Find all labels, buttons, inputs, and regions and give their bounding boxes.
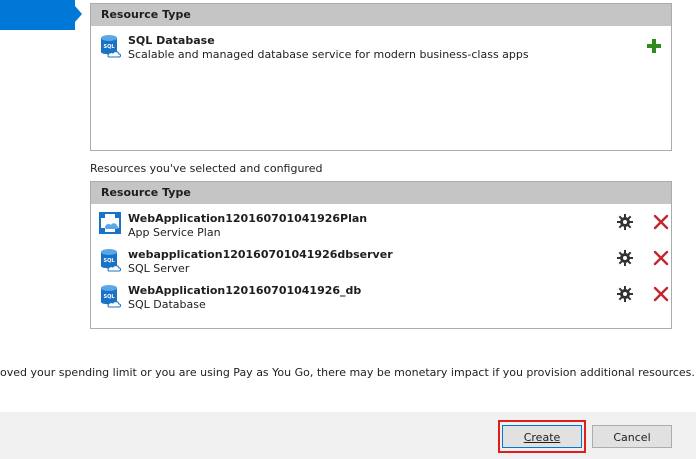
gear-icon[interactable]	[617, 250, 633, 266]
available-resource-type-header: Resource Type	[91, 4, 671, 26]
delete-icon[interactable]	[653, 286, 669, 302]
selected-item-name: WebApplication120160701041926Plan	[128, 212, 368, 225]
gear-icon[interactable]	[617, 286, 633, 302]
selected-item-name: webapplication120160701041926dbserver	[128, 248, 393, 261]
delete-icon[interactable]	[653, 250, 669, 266]
delete-icon[interactable]	[653, 214, 669, 230]
selected-resources-panel: Resource Type WebApplication120160701041…	[90, 181, 672, 329]
selected-item-name: WebApplication120160701041926_db	[128, 284, 362, 297]
app-service-plan-icon	[99, 212, 121, 234]
nav-selected-tab[interactable]	[0, 0, 75, 30]
available-item-name: SQL Database	[128, 34, 215, 47]
svg-text:SQL: SQL	[103, 258, 115, 264]
sql-database-icon: SQL	[101, 285, 121, 308]
selected-resource-type-header: Resource Type	[91, 182, 671, 204]
available-item-sql-database[interactable]: SQL SQL Database Scalable and managed da…	[99, 33, 671, 67]
svg-text:SQL: SQL	[103, 294, 115, 300]
cancel-button[interactable]: Cancel	[592, 425, 672, 448]
selected-item-type: SQL Database	[128, 298, 206, 311]
available-resources-panel: Resource Type SQL SQL Database Scalable …	[90, 3, 672, 151]
add-icon[interactable]	[647, 39, 661, 53]
nav-pointer-arrow	[75, 6, 82, 22]
spending-limit-notice: oved your spending limit or you are usin…	[0, 366, 695, 379]
gear-icon[interactable]	[617, 214, 633, 230]
selected-item-app-service-plan[interactable]: WebApplication120160701041926Plan App Se…	[99, 211, 671, 245]
selected-item-sql-server[interactable]: SQL webapplication120160701041926dbserve…	[99, 247, 671, 281]
selected-item-type: App Service Plan	[128, 226, 221, 239]
selected-item-sql-database[interactable]: SQL WebApplication120160701041926_db SQL…	[99, 283, 671, 317]
sql-database-icon: SQL	[101, 35, 121, 58]
svg-text:SQL: SQL	[103, 44, 115, 50]
sql-server-icon: SQL	[101, 249, 121, 272]
create-button[interactable]: Create	[502, 425, 582, 448]
selected-item-type: SQL Server	[128, 262, 190, 275]
available-item-description: Scalable and managed database service fo…	[128, 48, 529, 61]
selected-resources-label: Resources you've selected and configured	[90, 162, 323, 175]
